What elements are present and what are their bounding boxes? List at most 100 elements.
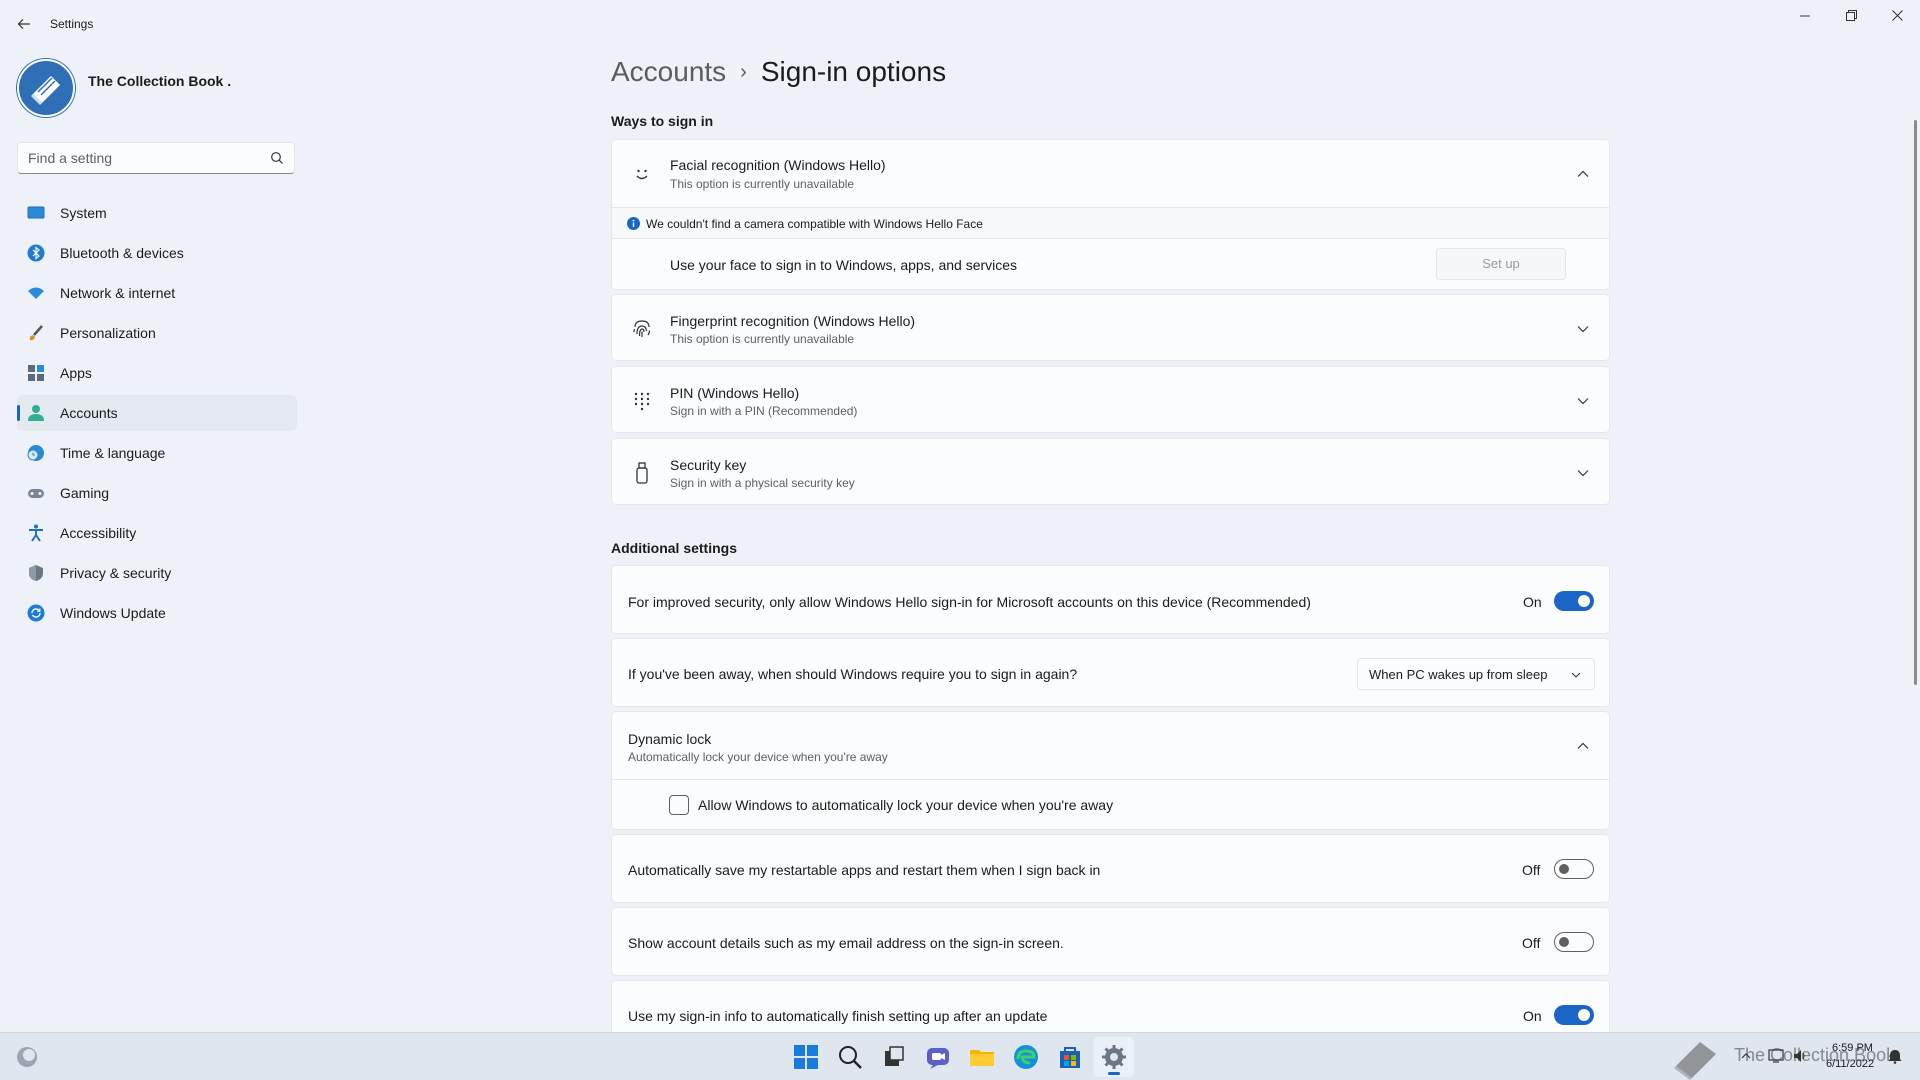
facial-recognition-title: Facial recognition (Windows Hello) — [670, 157, 886, 173]
gear-icon — [1102, 1045, 1126, 1069]
chevron-down-icon[interactable] — [1575, 393, 1591, 409]
update-icon — [27, 604, 45, 622]
require-signin-setting: If you've been away, when should Windows… — [611, 638, 1610, 707]
sidebar-item-label: Windows Update — [60, 605, 166, 621]
account-details-state: Off — [1522, 935, 1541, 951]
chevron-up-icon[interactable] — [1575, 738, 1591, 754]
notification-bell-icon[interactable] — [1887, 1048, 1903, 1064]
fingerprint-card[interactable]: Fingerprint recognition (Windows Hello) … — [611, 294, 1610, 361]
book-logo-icon — [17, 59, 75, 117]
edge-browser-icon[interactable] — [1012, 1043, 1040, 1071]
search-icon[interactable] — [836, 1043, 864, 1071]
account-details-toggle[interactable] — [1554, 932, 1594, 952]
minimize-icon — [1800, 15, 1810, 17]
sidebar-item-label: Accounts — [60, 405, 118, 421]
sidebar-item-label: Gaming — [60, 485, 110, 501]
clock-date[interactable]: 6/11/2022 — [1826, 1058, 1874, 1070]
close-button[interactable] — [1874, 0, 1920, 32]
sidebar-item-label: Apps — [60, 365, 92, 381]
face-setup-description: Use your face to sign in to Windows, app… — [670, 257, 1018, 273]
sidebar-item-label: Personalization — [60, 325, 156, 341]
person-icon — [28, 405, 44, 421]
dynamic-lock-title: Dynamic lock — [628, 731, 712, 747]
minimize-button[interactable] — [1782, 0, 1828, 32]
sidebar-item-privacy-security[interactable]: Privacy & security — [17, 555, 297, 591]
finish-setup-setting: Use my sign-in info to automatically fin… — [611, 980, 1610, 1032]
chevron-down-icon[interactable] — [1575, 321, 1591, 337]
fingerprint-icon — [633, 320, 651, 337]
dynamic-lock-checkbox[interactable] — [669, 795, 689, 815]
apps-icon — [28, 365, 44, 381]
sidebar-item-accounts[interactable]: Accounts — [17, 395, 297, 431]
fingerprint-title: Fingerprint recognition (Windows Hello) — [670, 313, 916, 329]
sidebar-item-label: Network & internet — [60, 285, 176, 301]
pin-title: PIN (Windows Hello) — [670, 385, 800, 401]
require-signin-selected: When PC wakes up from sleep — [1369, 667, 1548, 682]
scrollbar[interactable] — [1914, 120, 1917, 685]
chevron-up-icon[interactable] — [1575, 166, 1591, 182]
face-icon — [636, 169, 648, 180]
pin-subtitle: Sign in with a PIN (Recommended) — [670, 404, 858, 418]
finish-setup-toggle[interactable] — [1554, 1005, 1594, 1025]
chevron-up-icon[interactable] — [1740, 1050, 1752, 1062]
wifi-icon — [28, 287, 44, 299]
sidebar-item-accessibility[interactable]: Accessibility — [17, 515, 297, 551]
security-key-subtitle: Sign in with a physical security key — [670, 476, 855, 490]
restart-apps-toggle[interactable] — [1554, 859, 1594, 879]
account-details-setting: Show account details such as my email ad… — [611, 907, 1610, 976]
sidebar-item-gaming[interactable]: Gaming — [17, 475, 297, 511]
chevron-down-icon — [1571, 672, 1581, 678]
camera-info-bar: We couldn't find a camera compatible wit… — [612, 207, 1609, 238]
setup-button[interactable]: Set up — [1436, 248, 1566, 280]
sidebar-item-network[interactable]: Network & internet — [17, 275, 297, 311]
search-input[interactable] — [18, 143, 258, 173]
store-icon[interactable] — [1056, 1043, 1084, 1071]
file-explorer-icon[interactable] — [968, 1043, 996, 1071]
sidebar-item-label: Accessibility — [60, 525, 137, 541]
settings-taskbar-button[interactable] — [1094, 1037, 1134, 1077]
sidebar-item-system[interactable]: System — [17, 195, 297, 231]
bluetooth-icon — [27, 244, 45, 262]
page-title: Sign-in options — [760, 56, 947, 87]
account-details-label: Show account details such as my email ad… — [628, 935, 1064, 951]
chevron-down-icon[interactable] — [1575, 465, 1591, 481]
security-key-title: Security key — [670, 457, 747, 473]
breadcrumb-parent[interactable]: Accounts — [611, 56, 726, 87]
require-signin-label: If you've been away, when should Windows… — [628, 666, 1078, 682]
display-icon[interactable] — [1768, 1048, 1784, 1064]
sidebar-item-time-language[interactable]: Time & language — [17, 435, 297, 471]
search-box[interactable] — [17, 142, 295, 174]
sidebar-item-apps[interactable]: Apps — [17, 355, 297, 391]
restart-apps-state: Off — [1522, 862, 1541, 878]
hello-only-toggle[interactable] — [1554, 591, 1594, 611]
dynamic-lock-checkbox-label: Allow Windows to automatically lock your… — [698, 797, 1114, 813]
facial-recognition-header[interactable]: Facial recognition (Windows Hello) This … — [612, 140, 1609, 207]
task-view-icon[interactable] — [880, 1043, 908, 1071]
usb-key-icon — [636, 462, 648, 484]
breadcrumb: Accounts › Sign-in options — [611, 56, 946, 96]
maximize-button[interactable] — [1828, 0, 1874, 32]
sidebar-item-personalization[interactable]: Personalization — [17, 315, 297, 351]
back-button[interactable] — [12, 12, 36, 36]
monitor-icon — [27, 206, 45, 219]
sidebar-item-bluetooth[interactable]: Bluetooth & devices — [17, 235, 297, 271]
pin-card[interactable]: PIN (Windows Hello) Sign in with a PIN (… — [611, 366, 1610, 433]
chat-icon[interactable] — [924, 1043, 952, 1071]
widgets-icon[interactable] — [14, 1044, 40, 1070]
dynamic-lock-subtitle: Automatically lock your device when you'… — [628, 750, 888, 764]
restart-apps-label: Automatically save my restartable apps a… — [628, 862, 1101, 878]
breadcrumb-separator: › — [740, 61, 747, 83]
sidebar-item-label: Privacy & security — [60, 565, 172, 581]
sidebar-item-windows-update[interactable]: Windows Update — [17, 595, 297, 631]
speaker-icon[interactable] — [1792, 1048, 1808, 1064]
globe-clock-icon — [27, 445, 44, 461]
dynamic-lock-header[interactable]: Dynamic lock Automatically lock your dev… — [612, 712, 1609, 779]
windows-start-icon[interactable] — [792, 1043, 820, 1071]
close-icon — [1891, 10, 1903, 21]
clock-time[interactable]: 6:59 PM — [1832, 1042, 1873, 1054]
require-signin-dropdown[interactable]: When PC wakes up from sleep — [1357, 658, 1595, 690]
gamepad-icon — [28, 489, 44, 498]
security-key-card[interactable]: Security key Sign in with a physical sec… — [611, 438, 1610, 505]
search-icon[interactable] — [270, 151, 284, 165]
sidebar-item-label: Time & language — [60, 445, 166, 461]
